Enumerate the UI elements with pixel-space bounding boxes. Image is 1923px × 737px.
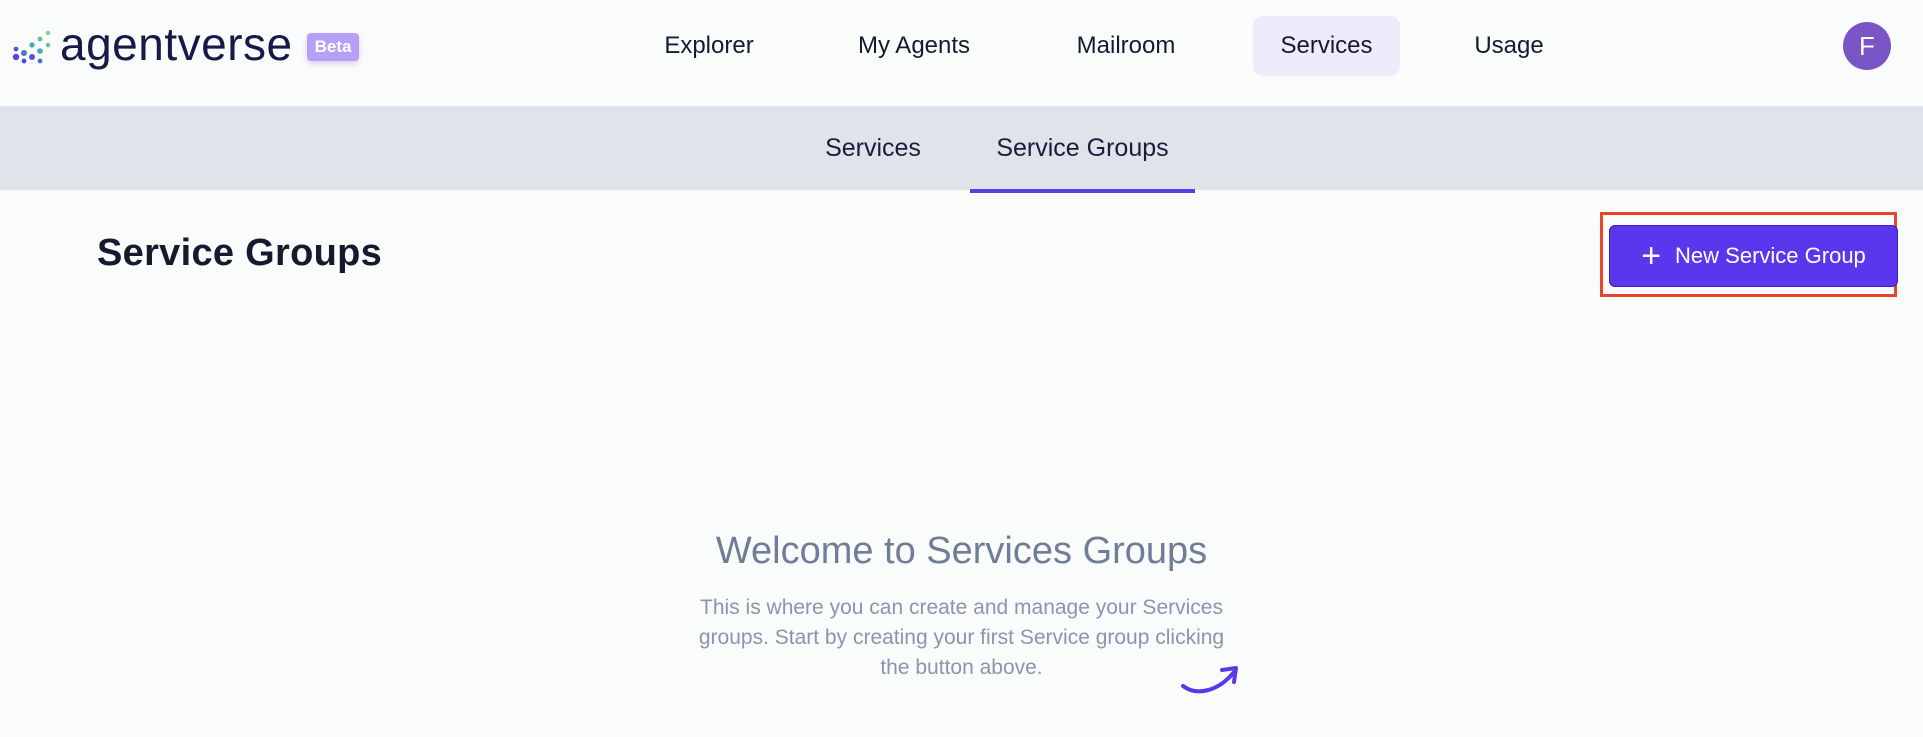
empty-state-text: This is where you can create and manage … <box>698 596 1225 679</box>
nav-item-mailroom[interactable]: Mailroom <box>1054 16 1198 76</box>
curved-arrow-icon <box>1181 666 1238 694</box>
empty-state-title: Welcome to Services Groups <box>715 530 1208 572</box>
new-service-group-label: New Service Group <box>1675 243 1866 268</box>
nav-item-usage[interactable]: Usage <box>1451 16 1567 76</box>
main-nav: Explorer My Agents Mailroom Services Usa… <box>0 16 1923 76</box>
tab-services[interactable]: Services <box>808 107 938 190</box>
top-navbar: agentverse Beta Explorer My Agents Mailr… <box>0 0 1923 107</box>
user-avatar[interactable]: F <box>1843 22 1891 70</box>
page-title: Service Groups <box>97 232 383 274</box>
new-service-group-button[interactable]: + New Service Group <box>1609 225 1898 287</box>
nav-item-my-agents[interactable]: My Agents <box>835 16 993 76</box>
tab-service-groups[interactable]: Service Groups <box>970 107 1195 193</box>
nav-item-explorer[interactable]: Explorer <box>644 16 774 76</box>
empty-state: Welcome to Services Groups This is where… <box>0 530 1923 683</box>
sub-nav: Services Service Groups <box>0 107 1923 193</box>
plus-icon: + <box>1641 237 1662 275</box>
nav-item-services[interactable]: Services <box>1253 16 1400 76</box>
